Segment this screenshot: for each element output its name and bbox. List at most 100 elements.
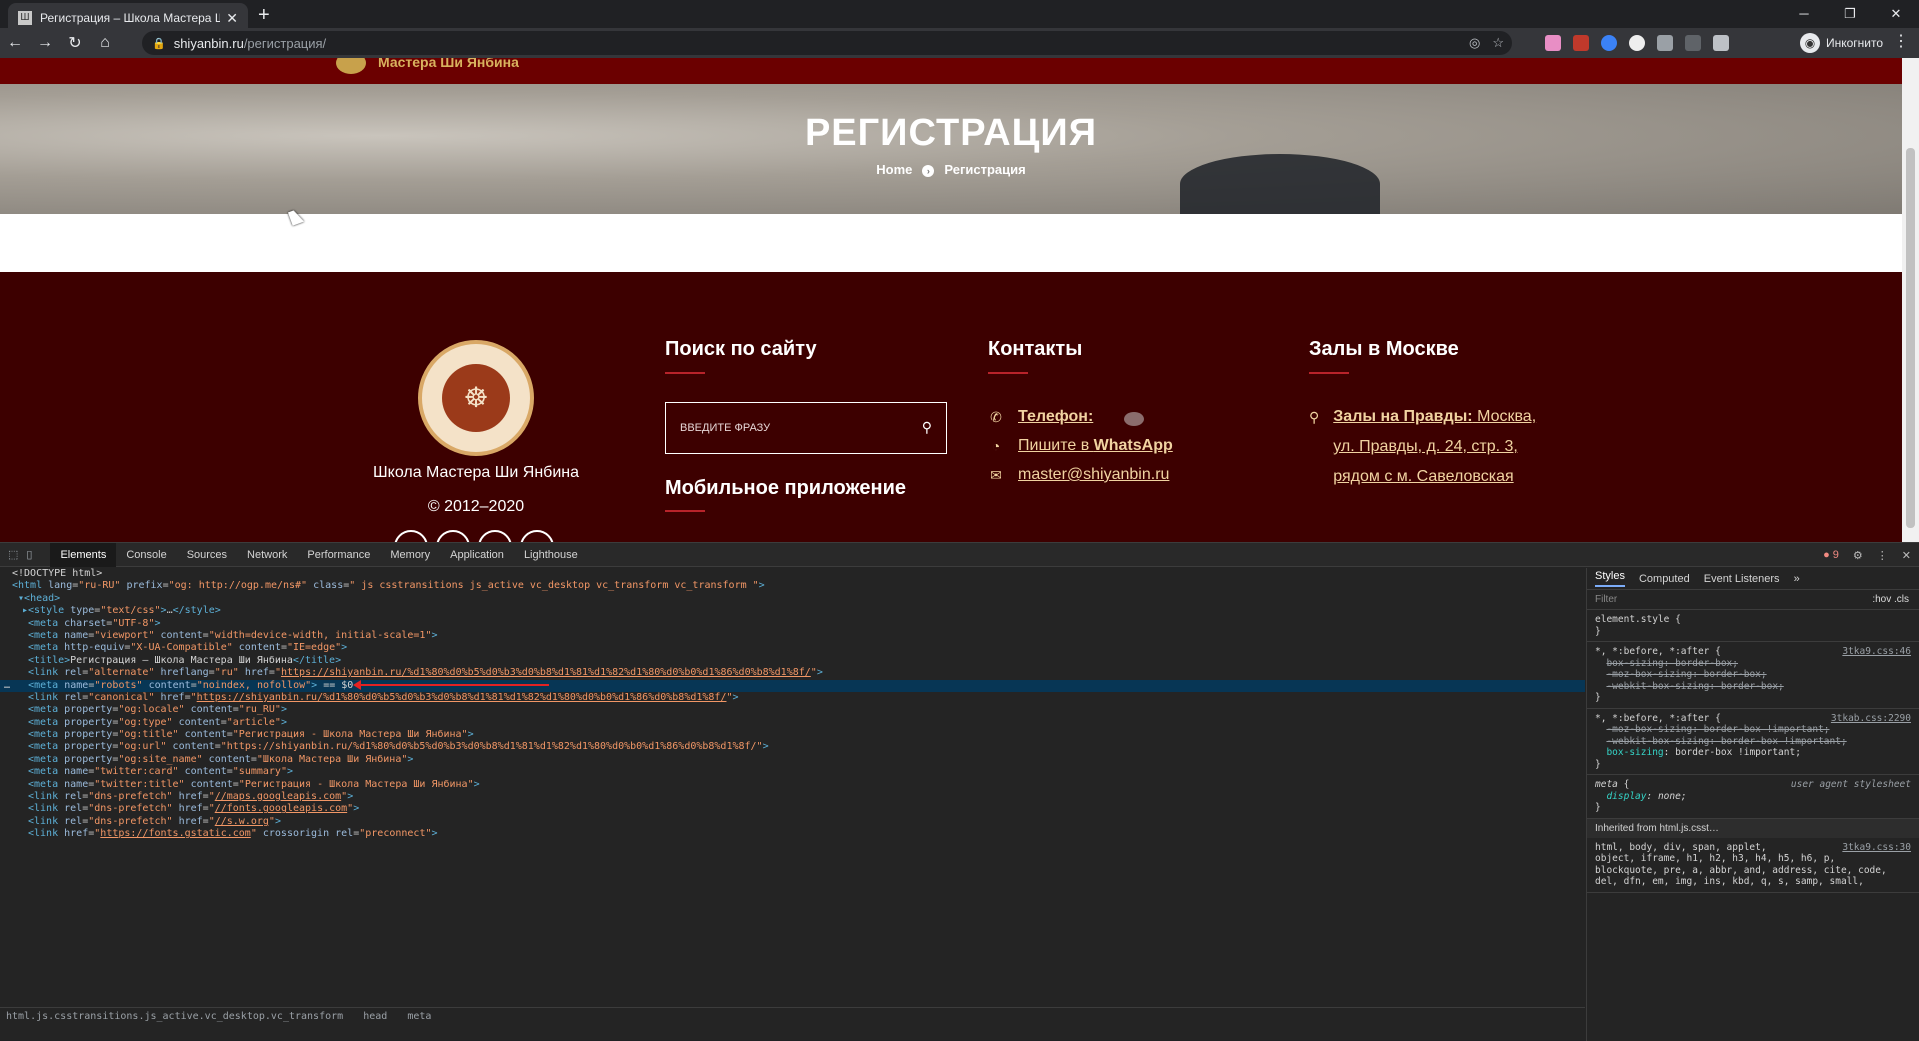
- hall-link[interactable]: Залы на Правды: Москва,: [1333, 408, 1536, 425]
- dom-node[interactable]: ▸<style type="text/css">…</style>: [0, 605, 1585, 617]
- site-name[interactable]: Мастера Ши Янбина: [378, 58, 519, 70]
- dom-node[interactable]: <link rel="dns-prefetch" href="//maps.go…: [0, 791, 1585, 803]
- style-rule[interactable]: 3tka9.css:46 *, *:before, *:after { box-s…: [1587, 642, 1919, 709]
- settings-gear-icon[interactable]: ⚙: [1853, 549, 1863, 562]
- hall-address-line3[interactable]: рядом с м. Савеловская: [1333, 468, 1513, 485]
- close-tab-icon[interactable]: ✕: [226, 10, 238, 27]
- dom-node[interactable]: <!DOCTYPE html>: [0, 568, 1585, 580]
- tab-styles[interactable]: Styles: [1595, 570, 1625, 587]
- puzzle-icon[interactable]: [1713, 35, 1729, 51]
- bookmark-star-icon[interactable]: ☆: [1492, 35, 1504, 51]
- tab-computed[interactable]: Computed: [1639, 573, 1690, 585]
- dom-node[interactable]: <meta name="twitter:card" content="summa…: [0, 766, 1585, 778]
- dom-node[interactable]: <html lang="ru-RU" prefix="og: http://og…: [0, 580, 1585, 592]
- inherited-from: Inherited from html.js.csst…: [1587, 818, 1919, 838]
- dom-node[interactable]: <meta property="og:url" content="https:/…: [0, 741, 1585, 753]
- email-link[interactable]: master@shiyanbin.ru: [1018, 466, 1169, 484]
- close-window-icon[interactable]: ✕: [1873, 0, 1919, 28]
- tab-application[interactable]: Application: [440, 543, 514, 567]
- page-title: РЕГИСТРАЦИЯ: [804, 112, 1098, 154]
- dom-node[interactable]: ▾<head>: [0, 593, 1585, 605]
- close-devtools-icon[interactable]: ✕: [1902, 549, 1911, 562]
- dom-node[interactable]: <link rel="canonical" href="https://shiy…: [0, 692, 1585, 704]
- style-rule[interactable]: 3tkab.css:2290 *, *:before, *:after { -mo…: [1587, 709, 1919, 775]
- dom-node[interactable]: <title>Регистрация – Школа Мастера Ши Ян…: [0, 655, 1585, 667]
- site-logo-icon[interactable]: [336, 58, 366, 74]
- search-input[interactable]: [680, 422, 900, 434]
- extension-icon[interactable]: [1545, 35, 1561, 51]
- lock-icon[interactable]: 🔒: [152, 37, 166, 50]
- dom-breadcrumb-item[interactable]: head: [363, 1011, 387, 1022]
- tab-console[interactable]: Console: [116, 543, 176, 567]
- page-scrollbar[interactable]: [1902, 58, 1919, 542]
- extension-icon[interactable]: [1601, 35, 1617, 51]
- camera-icon[interactable]: [1657, 35, 1673, 51]
- styles-filter[interactable]: Filter :hov .cls: [1587, 590, 1919, 610]
- facebook-icon[interactable]: f: [436, 530, 470, 542]
- dom-breadcrumb-item[interactable]: meta: [407, 1011, 431, 1022]
- filter-input[interactable]: Filter: [1595, 594, 1617, 605]
- device-toggle-icon[interactable]: ▯: [26, 548, 32, 561]
- dom-node[interactable]: <meta property="og:title" content="Регис…: [0, 729, 1585, 741]
- error-badge[interactable]: ● 9: [1823, 549, 1839, 561]
- dom-node[interactable]: <meta name="twitter:title" content="Реги…: [0, 779, 1585, 791]
- dom-node[interactable]: <link rel="dns-prefetch" href="//fonts.g…: [0, 803, 1585, 815]
- tab-sources[interactable]: Sources: [177, 543, 237, 567]
- tab-elements[interactable]: Elements: [50, 542, 117, 567]
- dom-node[interactable]: <meta http-equiv="X-UA-Compatible" conte…: [0, 642, 1585, 654]
- whatsapp-link[interactable]: Пишите в WhatsApp: [1018, 437, 1173, 455]
- dom-node[interactable]: <link href="https://fonts.gstatic.com" c…: [0, 828, 1585, 840]
- dom-node[interactable]: <link rel="alternate" hreflang="ru" href…: [0, 667, 1585, 679]
- style-rule[interactable]: user agent stylesheet meta { display: non…: [1587, 775, 1919, 819]
- address-bar[interactable]: 🔒 shiyanbin.ru/регистрация/ ◎ ☆: [142, 31, 1512, 55]
- tab-event-listeners[interactable]: Event Listeners: [1704, 573, 1780, 585]
- new-tab-button[interactable]: +: [258, 4, 270, 27]
- style-rule[interactable]: element.style {}: [1587, 610, 1919, 642]
- restore-icon[interactable]: ❐: [1827, 0, 1873, 28]
- forward-icon[interactable]: →: [30, 34, 60, 52]
- tab-performance[interactable]: Performance: [297, 543, 380, 567]
- minimize-icon[interactable]: ─: [1781, 0, 1827, 28]
- menu-icon[interactable]: ⋮: [1893, 31, 1909, 51]
- back-icon[interactable]: ←: [0, 34, 30, 52]
- red-arrow-annotation: [353, 679, 550, 690]
- more-icon[interactable]: ⋮: [1877, 549, 1888, 562]
- dom-node[interactable]: <meta property="og:site_name" content="Ш…: [0, 754, 1585, 766]
- home-icon[interactable]: ⌂: [90, 34, 120, 52]
- phone-icon: ✆: [990, 408, 1002, 425]
- more-tabs-icon[interactable]: »: [1794, 573, 1800, 585]
- dom-breadcrumb-item[interactable]: html.js.csstransitions.js_active.vc_desk…: [6, 1011, 343, 1022]
- dom-node-selected[interactable]: … <meta name="robots" content="noindex, …: [0, 679, 1585, 692]
- dom-node[interactable]: <meta name="viewport" content="width=dev…: [0, 630, 1585, 642]
- extension-icon[interactable]: [1685, 35, 1701, 51]
- whatsapp-contact: ◔ Пишите в WhatsApp: [988, 437, 1173, 455]
- profile-button[interactable]: ◉ Инкогнито: [1799, 31, 1883, 55]
- search-box: ⚲: [665, 402, 947, 454]
- style-rule[interactable]: 3tka9.css:30 html, body, div, span, apple…: [1587, 838, 1919, 893]
- phone-link[interactable]: Телефон:: [1018, 408, 1093, 426]
- contacts-heading: Контакты: [988, 338, 1083, 360]
- reload-icon[interactable]: ↻: [60, 33, 90, 53]
- extension-icon[interactable]: [1629, 35, 1645, 51]
- tab-memory[interactable]: Memory: [380, 543, 440, 567]
- vk-icon[interactable]: vk: [520, 530, 554, 542]
- eye-off-icon[interactable]: ◎: [1469, 35, 1480, 51]
- dom-breadcrumb: html.js.csstransitions.js_active.vc_desk…: [0, 1007, 1585, 1024]
- tab-network[interactable]: Network: [237, 543, 297, 567]
- dom-node[interactable]: <meta property="og:type" content="articl…: [0, 717, 1585, 729]
- dom-node[interactable]: <meta property="og:locale" content="ru_R…: [0, 704, 1585, 716]
- dom-node[interactable]: <link rel="dns-prefetch" href="//s.w.org…: [0, 816, 1585, 828]
- inspect-icon[interactable]: ⬚: [8, 548, 18, 561]
- ublock-icon[interactable]: [1573, 35, 1589, 51]
- scrollbar-thumb[interactable]: [1906, 148, 1915, 528]
- instagram-icon[interactable]: ◎: [394, 530, 428, 542]
- search-icon[interactable]: ⚲: [922, 419, 932, 436]
- youtube-icon[interactable]: ▶: [478, 530, 512, 542]
- dom-node[interactable]: <meta charset="UTF-8">: [0, 618, 1585, 630]
- tab-lighthouse[interactable]: Lighthouse: [514, 543, 588, 567]
- filter-options[interactable]: :hov .cls: [1872, 590, 1909, 610]
- eye-icon[interactable]: [1124, 412, 1144, 426]
- breadcrumb-home[interactable]: Home: [876, 162, 912, 177]
- hall-address-line2[interactable]: ул. Правды, д. 24, стр. 3,: [1333, 438, 1518, 455]
- tab-title: Регистрация – Школа Мастера Ши: [40, 11, 221, 25]
